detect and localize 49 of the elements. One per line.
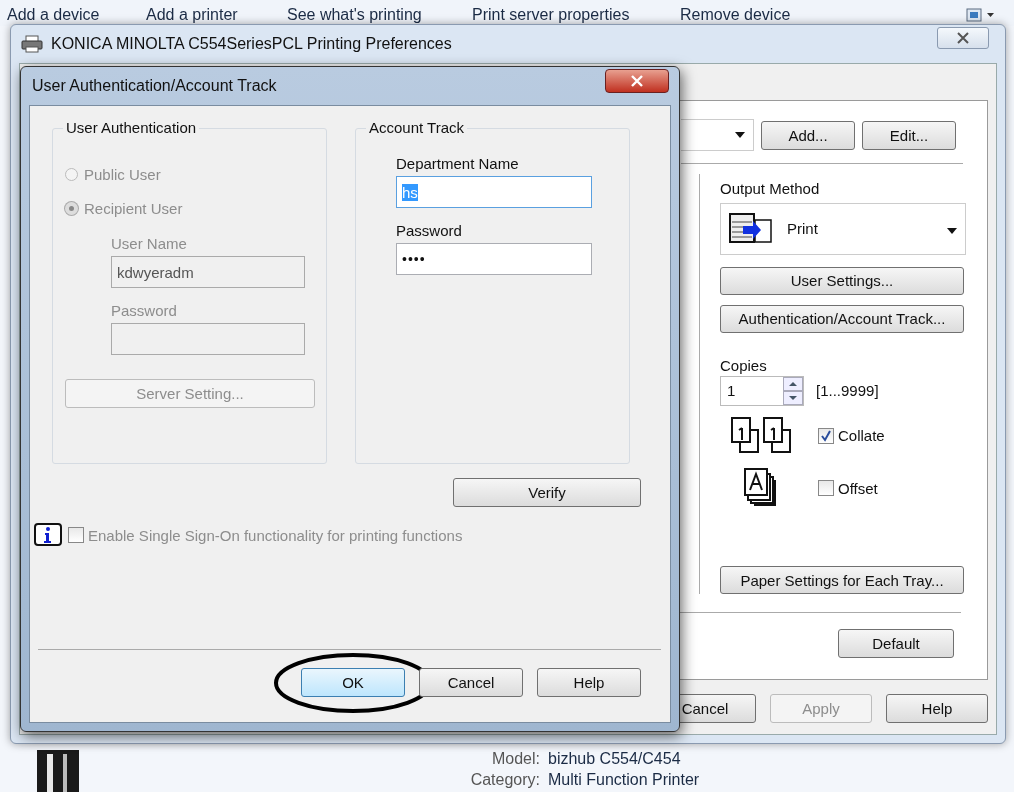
field-label: Password <box>396 222 463 239</box>
close-icon <box>630 75 644 87</box>
group-title: Account Track <box>366 119 468 136</box>
close-button[interactable] <box>937 27 989 49</box>
field-label: User Name <box>111 235 188 252</box>
group-title: User Authentication <box>63 119 200 136</box>
info-value: bizhub C554/C454 <box>548 750 682 768</box>
output-method-dropdown[interactable]: Print <box>720 203 966 255</box>
info-value: Multi Function Printer <box>548 771 700 789</box>
toolbar-link[interactable]: Remove device <box>680 6 791 24</box>
copies-spinbox[interactable]: 1 <box>720 375 804 406</box>
toolbar-link[interactable]: Add a printer <box>146 6 238 24</box>
password-field[interactable]: •••• <box>396 243 592 275</box>
collate-icon <box>730 415 794 456</box>
printer-icon <box>35 750 81 792</box>
output-method-label: Output Method <box>720 180 820 197</box>
info-label: Category: <box>469 771 540 789</box>
info-label: Model: <box>490 750 540 768</box>
password-field[interactable] <box>111 323 305 355</box>
copies-label: Copies <box>720 356 767 374</box>
verify-button[interactable]: Verify <box>453 478 641 507</box>
checkmark-icon <box>819 428 833 443</box>
paper-settings-button[interactable]: Paper Settings for Each Tray... <box>720 566 964 594</box>
toolbar-link[interactable]: Print server properties <box>472 6 630 24</box>
dialog-button[interactable]: Help <box>537 668 641 697</box>
close-button[interactable] <box>605 69 669 93</box>
printer-icon <box>21 35 43 53</box>
favorite-button[interactable]: Edit... <box>862 120 956 150</box>
settings-button[interactable]: Authentication/Account Track... <box>720 304 964 333</box>
default-button[interactable]: Default <box>838 629 954 658</box>
field-label: Password <box>111 302 178 319</box>
dialog-title: User Authentication/Account Track <box>32 77 277 95</box>
offset-checkbox[interactable]: Offset <box>818 479 878 497</box>
view-icon[interactable] <box>966 8 996 22</box>
close-icon <box>956 32 970 44</box>
collate-checkbox[interactable]: Collate <box>818 427 885 445</box>
window-title: KONICA MINOLTA C554SeriesPCL Printing Preferences <box>51 35 452 53</box>
info-icon <box>34 523 64 547</box>
toolbar-link[interactable]: See what's printing <box>287 6 422 24</box>
copies-range: [1...9999] <box>816 382 879 400</box>
dialog-button[interactable]: Cancel <box>419 668 523 697</box>
dialog-button[interactable]: OK <box>301 668 405 697</box>
toolbar-link[interactable]: Add a device <box>7 6 100 24</box>
settings-button[interactable]: User Settings... <box>720 266 964 295</box>
spin-arrows-icon <box>783 376 803 405</box>
printer-output-icon <box>729 211 773 246</box>
field-label: Department Name <box>396 155 520 172</box>
favorite-button[interactable]: Add... <box>761 120 855 150</box>
footer-button[interactable]: Help <box>886 694 988 723</box>
